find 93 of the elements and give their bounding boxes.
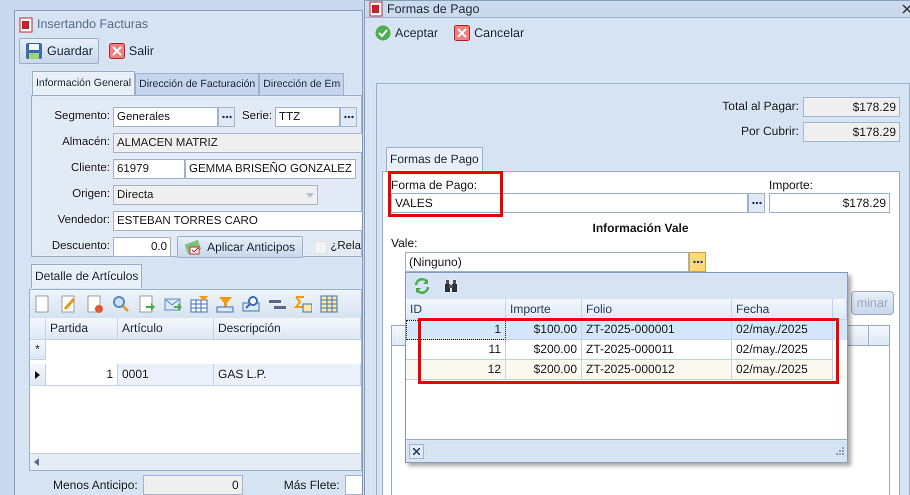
table-cell: $200.00 bbox=[506, 360, 582, 380]
table-cell: GAS L.P. bbox=[214, 364, 361, 386]
field-label: Vendedor: bbox=[56, 214, 110, 228]
text-field[interactable]: 0.0 bbox=[113, 237, 171, 257]
text-field[interactable]: ALMACEN MATRIZ bbox=[113, 133, 362, 153]
amount-field: $178.29 bbox=[803, 122, 900, 142]
text-field[interactable]: $178.29 bbox=[769, 193, 890, 214]
dropdown-value: Directa bbox=[117, 188, 154, 203]
scroll-left-icon bbox=[34, 458, 39, 466]
ellipsis-icon bbox=[692, 260, 702, 264]
cancel-button[interactable]: Cancelar bbox=[448, 20, 530, 46]
text-field[interactable]: GEMMA BRISEÑO GONZALEZ bbox=[185, 159, 356, 179]
browse-button[interactable] bbox=[340, 107, 358, 127]
browse-button[interactable] bbox=[748, 193, 765, 214]
column-header[interactable]: Descripción bbox=[214, 318, 361, 340]
window-title: Insertando Facturas bbox=[37, 17, 148, 32]
column-header[interactable]: Artículo bbox=[118, 318, 214, 340]
field-label: Por Cubrir: bbox=[740, 124, 799, 139]
clear-button[interactable] bbox=[409, 444, 424, 459]
dropdown-button[interactable] bbox=[689, 252, 706, 272]
horizontal-scrollbar[interactable] bbox=[30, 453, 361, 470]
table-row[interactable]: 1 $100.00 ZT-2025-000001 02/may./2025 bbox=[406, 320, 847, 340]
amount-field: $178.29 bbox=[803, 96, 900, 116]
close-icon bbox=[454, 25, 470, 41]
resize-grip-icon bbox=[836, 447, 844, 456]
refresh-icon bbox=[414, 278, 430, 294]
checkbox-label: ¿Rela bbox=[330, 240, 361, 254]
tab[interactable]: Detalle de Artículos bbox=[31, 264, 142, 288]
table-cell: 1 bbox=[46, 364, 118, 386]
field-label: Forma de Pago: bbox=[391, 178, 478, 192]
magnifier-icon bbox=[112, 295, 130, 313]
grid-corner bbox=[30, 318, 46, 340]
floppy-icon bbox=[25, 42, 43, 60]
binoculars-icon bbox=[444, 279, 458, 294]
grid-header-corner bbox=[833, 299, 847, 320]
table-cell: ZT-2025-000012 bbox=[582, 360, 732, 380]
field-label: Importe: bbox=[769, 178, 814, 192]
section-title: Información Vale bbox=[591, 221, 690, 236]
text-field[interactable]: (Ninguno) bbox=[405, 252, 689, 272]
field-label: Total al Pagar: bbox=[722, 99, 799, 114]
table-cell: 0001 bbox=[118, 364, 214, 386]
dropdown-arrow-icon bbox=[306, 192, 314, 198]
close-icon bbox=[108, 43, 125, 59]
document-arrow-icon bbox=[138, 295, 156, 313]
tab[interactable]: Información General bbox=[32, 71, 136, 95]
text-field[interactable]: TTZ bbox=[275, 107, 340, 127]
table-cell: 02/may./2025 bbox=[732, 360, 833, 380]
exit-button[interactable]: Salir bbox=[102, 38, 160, 64]
new-row-marker: * bbox=[30, 340, 46, 360]
text-field[interactable]: VALES bbox=[391, 193, 748, 214]
column-header[interactable]: Folio bbox=[582, 299, 732, 320]
column-header[interactable]: ID bbox=[406, 299, 506, 320]
table-row[interactable]: 11 $200.00 ZT-2025-000011 02/may./2025 bbox=[406, 340, 847, 360]
money-check-icon bbox=[185, 239, 204, 255]
tab[interactable]: Formas de Pago bbox=[386, 147, 483, 171]
field-label: Segmento: bbox=[53, 110, 110, 124]
text-field[interactable]: 0 bbox=[142, 475, 243, 495]
check-circle-icon bbox=[375, 25, 391, 41]
field-label: Menos Anticipo: bbox=[53, 478, 138, 492]
field-label: Origen: bbox=[71, 188, 110, 202]
column-header[interactable]: Partida bbox=[46, 318, 118, 340]
field-label: Descuento: bbox=[50, 240, 110, 254]
field-label: Más Flete: bbox=[284, 478, 340, 492]
grid-funnel-icon bbox=[190, 295, 208, 313]
apply-advances-button[interactable]: Aplicar Anticipos bbox=[177, 236, 304, 258]
field-label: Serie: bbox=[242, 110, 272, 124]
close-icon bbox=[413, 448, 420, 455]
ellipsis-icon bbox=[344, 115, 354, 119]
browse-button[interactable] bbox=[218, 107, 235, 127]
table-row[interactable]: 12 $200.00 ZT-2025-000012 02/may./2025 bbox=[406, 360, 847, 380]
sigma-icon bbox=[294, 295, 312, 313]
document-delete-icon bbox=[86, 295, 104, 313]
field-label: Cliente: bbox=[70, 162, 110, 176]
column-header[interactable]: Fecha bbox=[732, 299, 833, 320]
text-field[interactable]: 61979 bbox=[113, 159, 185, 179]
save-button[interactable]: Guardar bbox=[19, 38, 99, 64]
pencil-icon bbox=[60, 295, 78, 313]
column-header[interactable]: Importe bbox=[506, 299, 582, 320]
ellipsis-icon bbox=[752, 201, 762, 206]
magnifier-panel-icon bbox=[242, 295, 260, 313]
field-label: Almacén: bbox=[61, 136, 110, 150]
close-icon[interactable] bbox=[902, 4, 910, 14]
text-field[interactable]: Generales bbox=[113, 107, 218, 127]
grid-icon bbox=[320, 295, 338, 313]
tab[interactable]: Dirección de Facturación bbox=[135, 73, 260, 95]
text-field[interactable]: ESTEBAN TORRES CARO bbox=[113, 211, 362, 231]
field-label: Vale: bbox=[391, 236, 418, 250]
ellipsis-icon bbox=[222, 115, 232, 119]
accept-button[interactable]: Aceptar bbox=[369, 20, 444, 46]
funnel-icon bbox=[216, 295, 234, 313]
tab[interactable]: Dirección de Em bbox=[259, 73, 344, 95]
table-cell: 12 bbox=[406, 360, 506, 380]
window-title: Formas de Pago bbox=[387, 2, 480, 16]
